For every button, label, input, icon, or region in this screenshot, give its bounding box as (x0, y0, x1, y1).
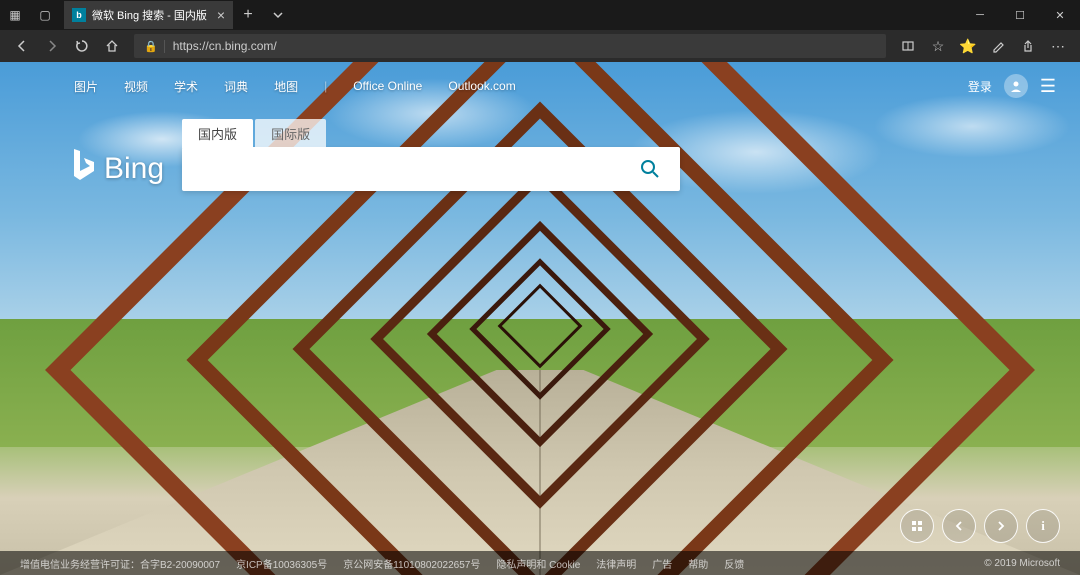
close-tab-icon[interactable]: × (217, 7, 225, 23)
tab-title: 微软 Bing 搜索 - 国内版 (92, 7, 207, 23)
tab-group-icon[interactable]: ▦ (0, 0, 30, 30)
bing-logo-text: Bing (104, 152, 164, 186)
prev-image-icon[interactable] (942, 509, 976, 543)
favorites-list-icon[interactable]: ⭐ (954, 32, 982, 60)
search-scope-tab-international[interactable]: 国际版 (255, 119, 326, 148)
footer-link[interactable]: 法律声明 (596, 556, 636, 571)
nav-link-maps[interactable]: 地图 (274, 78, 298, 95)
lock-icon: 🔒 (138, 40, 165, 53)
search-input[interactable] (196, 161, 628, 178)
user-avatar-icon[interactable] (1004, 74, 1028, 98)
footer-link[interactable]: 隐私声明和 Cookie (496, 556, 580, 571)
nav-link-video[interactable]: 视频 (124, 78, 148, 95)
site-footer: 增值电信业务经营许可证：合字B2-20090007 京ICP备10036305号… (0, 551, 1080, 575)
more-menu-icon[interactable]: ⋯ (1044, 32, 1072, 60)
nav-link-office[interactable]: Office Online (353, 79, 422, 93)
grid-view-icon[interactable] (900, 509, 934, 543)
favorite-star-icon[interactable]: ☆ (924, 32, 952, 60)
maximize-button[interactable]: ☐ (1000, 0, 1040, 30)
tab-dropdown-icon[interactable] (263, 1, 293, 29)
close-window-button[interactable]: ✕ (1040, 0, 1080, 30)
tab-favicon: b (72, 8, 86, 22)
nav-link-academic[interactable]: 学术 (174, 78, 198, 95)
info-icon[interactable]: i (1026, 509, 1060, 543)
back-button[interactable] (8, 32, 36, 60)
next-image-icon[interactable] (984, 509, 1018, 543)
bing-logo[interactable]: Bing (70, 147, 164, 191)
footer-link[interactable]: 增值电信业务经营许可证：合字B2-20090007 (20, 556, 220, 571)
login-link[interactable]: 登录 (968, 78, 992, 95)
footer-link[interactable]: 帮助 (688, 556, 708, 571)
search-submit-icon[interactable] (628, 159, 672, 179)
bing-logo-icon (70, 147, 96, 191)
footer-link[interactable]: 京ICP备10036305号 (236, 556, 327, 571)
search-scope-tab-domestic[interactable]: 国内版 (182, 119, 253, 148)
nav-link-outlook[interactable]: Outlook.com (448, 79, 515, 93)
reading-view-icon[interactable] (894, 32, 922, 60)
address-bar: 🔒 https://cn.bing.com/ ☆ ⭐ ⋯ (0, 30, 1080, 62)
nav-link-dict[interactable]: 词典 (224, 78, 248, 95)
footer-link[interactable]: 反馈 (724, 556, 744, 571)
refresh-button[interactable] (68, 32, 96, 60)
hamburger-menu-icon[interactable]: ☰ (1040, 76, 1056, 97)
tab-group-icon-2[interactable]: ▢ (30, 0, 60, 30)
page-content: 图片 视频 学术 词典 地图 | Office Online Outlook.c… (0, 62, 1080, 575)
forward-button[interactable] (38, 32, 66, 60)
notes-icon[interactable] (984, 32, 1012, 60)
nav-divider: | (324, 79, 327, 93)
search-box (182, 147, 680, 191)
url-field[interactable]: 🔒 https://cn.bing.com/ (134, 34, 886, 58)
footer-link[interactable]: 广告 (652, 556, 672, 571)
window-titlebar: ▦ ▢ b 微软 Bing 搜索 - 国内版 × + ─ ☐ ✕ (0, 0, 1080, 30)
home-button[interactable] (98, 32, 126, 60)
url-text: https://cn.bing.com/ (165, 39, 277, 53)
footer-link[interactable]: 京公网安备11010802022657号 (343, 556, 480, 571)
share-icon[interactable] (1014, 32, 1042, 60)
site-topnav: 图片 视频 学术 词典 地图 | Office Online Outlook.c… (0, 74, 1080, 98)
new-tab-button[interactable]: + (233, 1, 263, 29)
nav-link-images[interactable]: 图片 (74, 78, 98, 95)
minimize-button[interactable]: ─ (960, 0, 1000, 30)
footer-copyright: © 2019 Microsoft (984, 558, 1060, 569)
browser-tab[interactable]: b 微软 Bing 搜索 - 国内版 × (64, 1, 233, 29)
